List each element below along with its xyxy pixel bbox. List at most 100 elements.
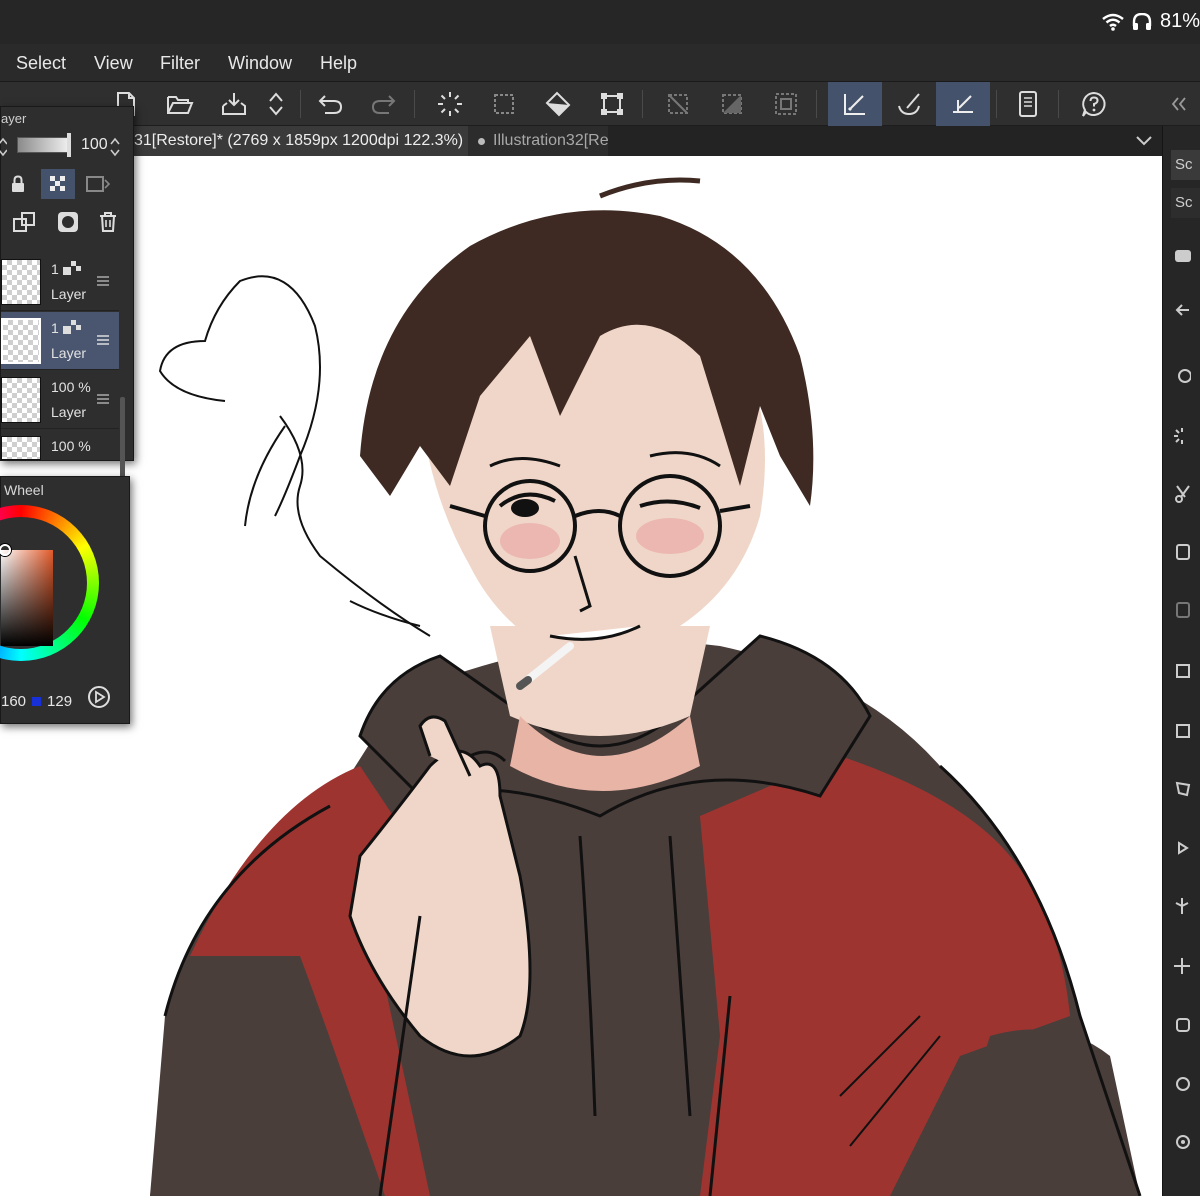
drag-handle-icon[interactable] [97,275,109,287]
layer-row-selected[interactable]: 1 Layer [1,312,119,370]
right-panel-tab-2[interactable]: Sc [1171,188,1200,218]
layer-scrollbar[interactable] [120,397,125,487]
drag-handle-icon[interactable] [97,334,109,346]
layer-thumbnail [1,259,41,305]
news-icon[interactable] [1173,242,1200,270]
toolbar-divider [642,90,643,118]
toolbar-divider [300,90,301,118]
open-button[interactable] [158,82,202,126]
deselect-button[interactable] [656,82,700,126]
menu-filter[interactable]: Filter [160,53,200,74]
fill-button[interactable] [536,82,580,126]
reference-layer-button[interactable] [7,207,41,237]
layer-thumbnail [1,318,41,364]
free-transform-icon[interactable] [1173,716,1200,744]
drawing-canvas[interactable] [0,156,1162,1196]
transform-button[interactable] [590,82,634,126]
lock-transparency-button[interactable] [41,169,75,199]
unsaved-dot-icon [478,137,485,145]
save-options-stepper[interactable] [256,82,296,126]
snap-grid-button[interactable] [936,82,990,126]
layer-opacity-slider[interactable] [17,137,71,153]
ruler-snap-icon [844,94,865,115]
undo-button[interactable] [308,82,352,126]
scissors-icon[interactable] [1173,480,1200,508]
layer-thumbnail [1,436,41,460]
copy-layer-icon [13,212,35,232]
blue-channel-swatch [32,697,42,706]
layer-row[interactable]: 100 % Layer [1,371,119,429]
menu-window[interactable]: Window [228,53,292,74]
updown-icon[interactable] [0,137,7,157]
marquee-icon [494,94,514,114]
save-button[interactable] [212,82,256,126]
delete-layer-button[interactable] [91,207,125,237]
chevron-down-icon[interactable] [1134,132,1154,148]
layer-opacity-value: 100 [81,136,108,153]
command-bar [0,82,1200,126]
redo-icon [371,95,396,114]
redo-button[interactable] [362,82,406,126]
right-panel-tab-1[interactable]: Sc [1171,150,1200,180]
layer-name: Layer [51,286,87,302]
checker-icon [63,320,81,334]
toolbar-divider [1058,90,1059,118]
toolbar-divider [816,90,817,118]
toolbar-divider [414,90,415,118]
loading-button[interactable] [428,82,472,126]
layer-panel-title: ayer [1,111,27,126]
document-tab-bar: 31[Restore]* (2769 x 1859px 1200dpi 122.… [0,126,1162,156]
play-circle-icon[interactable] [87,685,111,709]
copy-icon[interactable] [1173,538,1200,566]
mesh-transform-icon[interactable] [1173,774,1200,802]
tab-other-document[interactable]: Illustration32[Re [468,126,608,156]
circle-icon[interactable] [1173,362,1200,390]
layer-row[interactable]: 100 % [1,430,119,460]
paste-icon[interactable] [1173,596,1200,624]
arrow-left-icon[interactable] [1173,296,1200,324]
saturation-value-square[interactable] [1,550,53,646]
drag-handle-icon[interactable] [97,393,109,405]
layer-icon[interactable] [1173,1010,1200,1038]
tab-label: Sc [1175,156,1193,173]
flip-icon[interactable] [1173,892,1200,920]
slider-handle[interactable] [67,133,71,157]
clip-layer-button[interactable] [81,169,115,199]
menu-select[interactable]: Select [16,53,66,74]
menu-view[interactable]: View [94,53,133,74]
color-wheel-panel: Wheel 160 129 [0,476,130,724]
layer-opacity: 1 [51,320,59,336]
move-icon[interactable] [1173,952,1200,980]
transform-icon[interactable] [1173,656,1200,684]
color-panel-title: Wheel [4,482,44,498]
snap-special-ruler-button[interactable] [828,82,882,126]
link-icon[interactable] [1173,1070,1200,1098]
question-bubble-icon [1082,91,1106,117]
spinner-icon [438,92,462,116]
tab-label: Illustration32[Re [493,132,608,149]
menu-bar: Select View Filter Window Help [0,44,1200,82]
tab-current-document[interactable]: 31[Restore]* (2769 x 1859px 1200dpi 122.… [128,126,468,156]
select-area-button[interactable] [482,82,526,126]
gear-icon[interactable] [1173,1128,1200,1156]
spinner-icon[interactable] [1173,422,1200,450]
layer-opacity: 1 [51,261,59,277]
device-settings-button[interactable] [1006,82,1050,126]
clipping-icon [86,176,111,192]
status-bar: 81% [0,0,1200,44]
expand-selection-button[interactable] [764,82,808,126]
layer-row[interactable]: 1 Layer [1,253,119,311]
help-button[interactable] [1072,82,1116,126]
collapse-toolbar-button[interactable] [1158,82,1200,126]
lock-layer-button[interactable] [1,169,35,199]
ruler-angle-icon [953,95,973,113]
invert-selection-button[interactable] [710,82,754,126]
menu-help[interactable]: Help [320,53,357,74]
play-icon[interactable] [1173,834,1200,862]
mask-layer-button[interactable] [51,207,85,237]
double-chevron-left-icon [1171,97,1186,111]
folder-open-icon [167,96,194,114]
updown-icon[interactable] [109,137,121,157]
layer-name: Layer [51,345,87,361]
snap-ruler-button[interactable] [884,82,934,126]
